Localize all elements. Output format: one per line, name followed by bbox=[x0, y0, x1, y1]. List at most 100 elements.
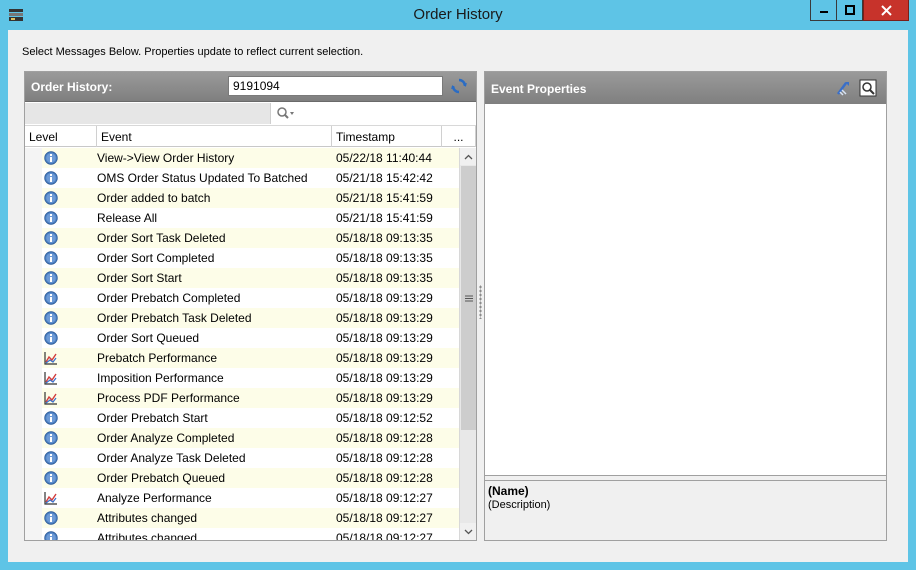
event-name: Order Prebatch Completed bbox=[97, 291, 241, 305]
event-row[interactable]: Order Analyze Completed 05/18/18 09:12:28 bbox=[25, 428, 459, 448]
event-timestamp: 05/18/18 09:13:29 bbox=[336, 391, 433, 405]
column-header-row: Level Event Timestamp ... bbox=[25, 125, 476, 147]
event-list-scrollbar[interactable] bbox=[459, 148, 476, 540]
event-name: Order added to batch bbox=[97, 191, 211, 205]
event-name: Order Sort Task Deleted bbox=[97, 231, 226, 245]
maximize-button[interactable] bbox=[837, 0, 863, 21]
event-row[interactable]: Attributes changed 05/18/18 09:12:27 bbox=[25, 508, 459, 528]
info-icon bbox=[44, 231, 58, 245]
event-row[interactable]: Order Analyze Task Deleted 05/18/18 09:12… bbox=[25, 448, 459, 468]
categorize-icon[interactable] bbox=[834, 79, 852, 97]
event-timestamp: 05/21/18 15:42:42 bbox=[336, 171, 433, 185]
event-row[interactable]: Order Prebatch Start 05/18/18 09:12:52 bbox=[25, 408, 459, 428]
event-row[interactable]: Analyze Performance 05/18/18 09:12:27 bbox=[25, 488, 459, 508]
performance-chart-icon bbox=[44, 351, 58, 365]
event-timestamp: 05/18/18 09:12:28 bbox=[336, 471, 433, 485]
scroll-up-button[interactable] bbox=[460, 148, 476, 165]
event-row[interactable]: Order Sort Queued 05/18/18 09:13:29 bbox=[25, 328, 459, 348]
chevron-down-icon bbox=[464, 529, 473, 534]
property-grid[interactable] bbox=[485, 104, 886, 476]
event-row[interactable]: OMS Order Status Updated To Batched 05/21… bbox=[25, 168, 459, 188]
info-icon bbox=[44, 431, 58, 445]
order-history-header: Order History: bbox=[25, 72, 476, 102]
event-timestamp: 05/18/18 09:13:35 bbox=[336, 271, 433, 285]
event-name: Order Sort Queued bbox=[97, 331, 200, 345]
event-row[interactable]: Order Sort Task Deleted 05/18/18 09:13:35 bbox=[25, 228, 459, 248]
event-row[interactable]: Order Prebatch Task Deleted 05/18/18 09:1… bbox=[25, 308, 459, 328]
info-icon bbox=[44, 531, 58, 540]
event-timestamp: 05/18/18 09:12:28 bbox=[336, 431, 433, 445]
event-row[interactable]: Order added to batch 05/21/18 15:41:59 bbox=[25, 188, 459, 208]
event-timestamp: 05/18/18 09:12:27 bbox=[336, 531, 433, 541]
window-title: Order History bbox=[413, 6, 503, 23]
event-timestamp: 05/22/18 11:40:44 bbox=[336, 151, 432, 165]
description-name: (Name) bbox=[488, 484, 529, 498]
info-icon bbox=[44, 311, 58, 325]
column-header-event[interactable]: Event bbox=[97, 126, 332, 147]
event-name: Attributes changed bbox=[97, 531, 198, 541]
event-name: Order Prebatch Task Deleted bbox=[97, 311, 252, 325]
info-icon bbox=[44, 211, 58, 225]
event-name: Release All bbox=[97, 211, 158, 225]
event-name: Order Sort Completed bbox=[97, 251, 215, 265]
info-icon bbox=[44, 271, 58, 285]
info-icon bbox=[44, 331, 58, 345]
info-icon bbox=[44, 251, 58, 265]
event-name: Process PDF Performance bbox=[97, 391, 240, 405]
scroll-thumb[interactable] bbox=[461, 166, 476, 430]
event-row[interactable]: View->View Order History 05/22/18 11:40:4… bbox=[25, 148, 459, 168]
minimize-button[interactable] bbox=[810, 0, 837, 21]
maximize-icon bbox=[844, 5, 855, 15]
event-properties-header: Event Properties bbox=[485, 72, 886, 104]
event-row[interactable]: Order Prebatch Queued 05/18/18 09:12:28 bbox=[25, 468, 459, 488]
event-row[interactable]: Order Prebatch Completed 05/18/18 09:13:2… bbox=[25, 288, 459, 308]
info-icon bbox=[44, 471, 58, 485]
performance-chart-icon bbox=[44, 491, 58, 505]
find-icon[interactable] bbox=[859, 79, 877, 97]
info-icon bbox=[44, 151, 58, 165]
event-timestamp: 05/18/18 09:13:29 bbox=[336, 291, 433, 305]
info-icon bbox=[44, 191, 58, 205]
info-icon bbox=[44, 451, 58, 465]
minimize-icon bbox=[819, 11, 828, 13]
column-chooser-button[interactable]: ... bbox=[442, 126, 476, 147]
search-icon bbox=[277, 107, 294, 119]
event-row[interactable]: Prebatch Performance 05/18/18 09:13:29 bbox=[25, 348, 459, 368]
event-name: Prebatch Performance bbox=[97, 351, 218, 365]
event-properties-label: Event Properties bbox=[491, 82, 587, 96]
event-row[interactable]: Process PDF Performance 05/18/18 09:13:29 bbox=[25, 388, 459, 408]
title-bar[interactable]: Order History bbox=[0, 0, 916, 30]
event-row[interactable]: Release All 05/21/18 15:41:59 bbox=[25, 208, 459, 228]
order-number-input[interactable] bbox=[228, 76, 443, 96]
info-icon bbox=[44, 171, 58, 185]
event-timestamp: 05/18/18 09:13:29 bbox=[336, 351, 433, 365]
event-name: Attributes changed bbox=[97, 511, 198, 525]
event-name: OMS Order Status Updated To Batched bbox=[97, 171, 308, 185]
filter-search-box[interactable] bbox=[270, 103, 476, 124]
event-list: View->View Order History 05/22/18 11:40:4… bbox=[25, 148, 459, 541]
event-row[interactable]: Attributes changed 05/18/18 09:12:27 bbox=[25, 528, 459, 541]
info-icon bbox=[44, 291, 58, 305]
performance-chart-icon bbox=[44, 391, 58, 405]
event-row[interactable]: Order Sort Completed 05/18/18 09:13:35 bbox=[25, 248, 459, 268]
column-header-level[interactable]: Level bbox=[25, 126, 97, 147]
event-timestamp: 05/18/18 09:13:29 bbox=[336, 311, 433, 325]
event-timestamp: 05/18/18 09:12:52 bbox=[336, 411, 433, 425]
close-button[interactable] bbox=[863, 0, 909, 21]
event-timestamp: 05/18/18 09:12:28 bbox=[336, 451, 433, 465]
event-row[interactable]: Order Sort Start 05/18/18 09:13:35 bbox=[25, 268, 459, 288]
info-icon bbox=[44, 511, 58, 525]
chevron-up-icon bbox=[464, 154, 473, 159]
panel-splitter[interactable] bbox=[479, 285, 482, 319]
order-history-label: Order History: bbox=[31, 80, 113, 94]
event-timestamp: 05/21/18 15:41:59 bbox=[336, 211, 433, 225]
info-icon bbox=[44, 411, 58, 425]
event-name: Imposition Performance bbox=[97, 371, 224, 385]
event-name: Order Analyze Task Deleted bbox=[97, 451, 246, 465]
column-header-timestamp[interactable]: Timestamp bbox=[332, 126, 442, 147]
event-row[interactable]: Imposition Performance 05/18/18 09:13:29 bbox=[25, 368, 459, 388]
scroll-down-button[interactable] bbox=[460, 523, 476, 540]
order-history-panel: Order History: Level Event Timestamp bbox=[24, 71, 477, 541]
refresh-icon[interactable] bbox=[450, 77, 468, 95]
event-timestamp: 05/18/18 09:13:29 bbox=[336, 371, 433, 385]
